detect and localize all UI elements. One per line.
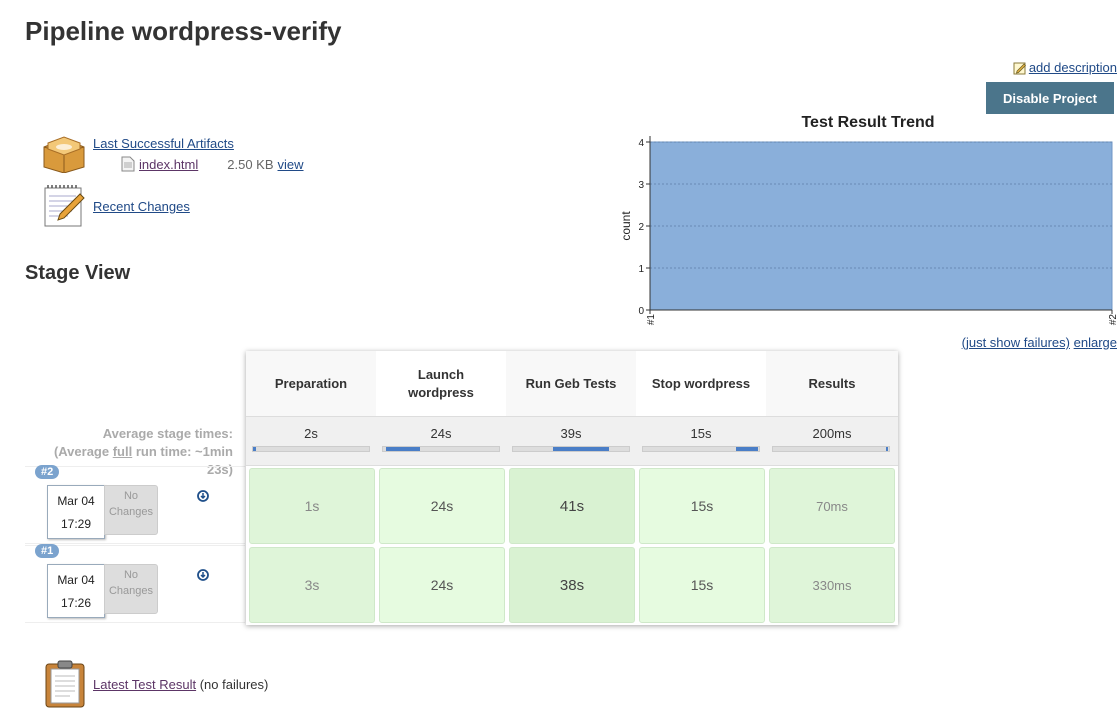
stage-view-table: Preparation 2s 1s 3s Launch wordpress 24s…: [246, 351, 898, 625]
add-description[interactable]: add description: [1013, 60, 1117, 75]
latest-test-result: Latest Test Result (no failures): [93, 677, 268, 692]
stage-avg-time: 39s: [560, 426, 582, 441]
artifact-size: 2.50 KB: [227, 156, 274, 172]
download-icon[interactable]: [197, 490, 209, 502]
build-badge[interactable]: #1: [35, 544, 60, 558]
x-tick-label: #2: [1108, 314, 1118, 326]
stage-avg-run-geb-tests: 39s: [506, 416, 636, 466]
chart-links: (just show failures) enlarge: [962, 335, 1117, 350]
stage-avg-bar: [382, 446, 500, 452]
stage-cell[interactable]: 24s: [379, 468, 505, 544]
stage-cell[interactable]: 24s: [379, 547, 505, 623]
build-badge[interactable]: #2: [35, 465, 60, 479]
stage-cell[interactable]: 15s: [639, 547, 765, 623]
build-time: 17:26: [60, 596, 92, 610]
download-icon[interactable]: [197, 569, 209, 581]
latest-test-result-link[interactable]: Latest Test Result: [93, 677, 196, 692]
enlarge-link[interactable]: enlarge: [1074, 335, 1117, 350]
stage-header-stop-wordpress: Stop wordpress: [636, 351, 766, 416]
stage-cell[interactable]: 330ms: [769, 547, 895, 623]
avg-stage-times-text: Average stage times:: [102, 426, 233, 441]
stage-avg-time: 24s: [430, 426, 452, 441]
artifact-row: index.html 2.50 KB view: [121, 156, 304, 172]
build-time: 17:29: [60, 517, 92, 531]
build-date: Mar 04: [57, 494, 95, 508]
build-date-card: Mar 04 17:26: [47, 564, 105, 618]
file-icon: [121, 156, 135, 172]
build-row[interactable]: #1 Mar 04 17:26 No Changes: [25, 544, 245, 623]
stage-avg-launch-wordpress: 24s: [376, 416, 506, 466]
stage-header-preparation: Preparation: [246, 351, 376, 416]
build-date-card: Mar 04 17:29: [47, 485, 105, 539]
artifact-file-link[interactable]: index.html: [139, 157, 198, 172]
notepad-icon: [44, 185, 85, 227]
stage-avg-bar: [252, 446, 370, 452]
y-axis-label: count: [619, 211, 633, 241]
stage-avg-results: 200ms: [766, 416, 898, 466]
stage-avg-bar: [642, 446, 760, 452]
stage-cell[interactable]: 41s: [509, 468, 635, 544]
stage-cell[interactable]: 38s: [509, 547, 635, 623]
clipboard-icon: [45, 660, 85, 708]
stage-header-launch-wordpress: Launch wordpress: [376, 351, 506, 416]
stage-cell[interactable]: 15s: [639, 468, 765, 544]
just-show-failures-link[interactable]: (just show failures): [962, 335, 1070, 350]
stage-avg-time: 2s: [304, 426, 318, 441]
chart-plot: 0 1 2 3 4 #1 #2 count: [619, 136, 1118, 326]
artifact-view-link[interactable]: view: [278, 157, 304, 172]
add-description-link[interactable]: add description: [1029, 60, 1117, 75]
recent-changes-link[interactable]: Recent Changes: [93, 199, 190, 214]
build-row[interactable]: #2 Mar 04 17:29 No Changes: [25, 465, 245, 544]
stage-avg-stop-wordpress: 15s: [636, 416, 766, 466]
page-title: Pipeline wordpress-verify: [25, 16, 342, 46]
disable-project-button[interactable]: Disable Project: [986, 82, 1114, 114]
stage-cell[interactable]: 3s: [249, 547, 375, 623]
no-changes-box: No Changes: [104, 564, 158, 614]
build-date: Mar 04: [57, 573, 95, 587]
stage-avg-time: 15s: [690, 426, 712, 441]
test-result-trend-chart: Test Result Trend 0 1 2 3 4 #1 #2 count: [608, 112, 1118, 334]
last-successful-artifacts-link[interactable]: Last Successful Artifacts: [93, 136, 234, 151]
stage-view-title: Stage View: [25, 262, 131, 284]
full-run-time-link[interactable]: full: [113, 444, 133, 459]
no-changes-box: No Changes: [104, 485, 158, 535]
y-tick-label: 1: [638, 264, 644, 275]
y-tick-label: 2: [638, 222, 644, 233]
package-icon: [43, 136, 85, 173]
y-tick-label: 3: [638, 180, 644, 191]
latest-test-result-suffix: (no failures): [196, 677, 269, 692]
avg-run-time-text: (Average full run time: ~1min: [53, 444, 233, 459]
stage-cell[interactable]: 70ms: [769, 468, 895, 544]
y-tick-label: 0: [638, 306, 644, 317]
stage-cell[interactable]: 1s: [249, 468, 375, 544]
y-tick-label: 4: [638, 138, 644, 149]
stage-header-run-geb-tests: Run Geb Tests: [506, 351, 636, 416]
stage-avg-bar: [772, 446, 890, 452]
x-tick-label: #1: [646, 314, 657, 326]
stage-header-results: Results: [766, 351, 898, 416]
edit-note-icon: [1013, 62, 1026, 74]
stage-avg-time: 200ms: [812, 426, 852, 441]
stage-avg-bar: [512, 446, 630, 452]
stage-avg-preparation: 2s: [246, 416, 376, 466]
